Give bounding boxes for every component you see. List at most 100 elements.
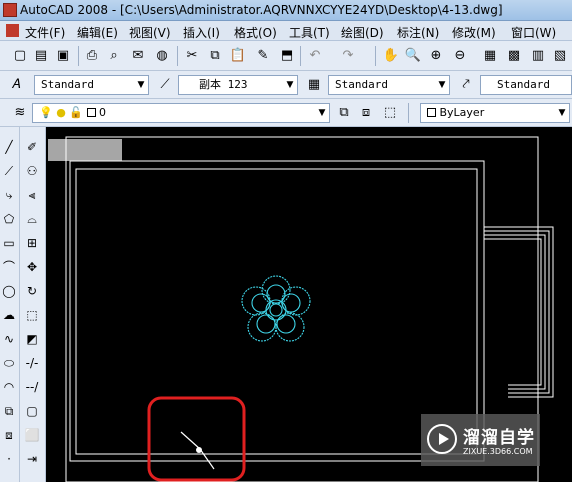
copy-object-icon[interactable]: ⚇ xyxy=(24,163,40,179)
modify-toolbar: ✐ ⚇ ⫷ ⌓ ⊞ ✥ ↻ ⬚ ◩ -/- --/ ▢ ⬜ ⇥ xyxy=(20,127,46,482)
sheet-set-icon[interactable]: ▧ xyxy=(552,48,568,64)
watermark: 溜溜自学 ZIXUE.3D66.COM xyxy=(421,414,540,466)
trim-icon[interactable]: -/- xyxy=(24,355,40,371)
side-bracket xyxy=(484,226,554,398)
table-style-value: Standard xyxy=(335,78,388,91)
break-icon[interactable]: ▢ xyxy=(24,403,40,419)
plot-preview-icon[interactable]: ⌕ xyxy=(106,48,122,64)
standard-toolbar: ▢ ▤ ▣ ⎙ ⌕ ✉ ◍ ✂ ⧉ 📋 ✎ ⬒ ↶ ↷ ✋ 🔍 ⊕ ⊖ ▦ ▩ … xyxy=(0,41,572,71)
menu-insert[interactable]: 插入(I) xyxy=(183,24,220,41)
insert-block-icon[interactable]: ⧉ xyxy=(1,403,17,419)
open-file-icon[interactable]: ▤ xyxy=(33,48,49,64)
erase-icon[interactable]: ✐ xyxy=(24,139,40,155)
selected-line-segment[interactable] xyxy=(199,448,215,470)
zoom-window-icon[interactable]: ⊕ xyxy=(428,48,444,64)
spline-icon[interactable]: ∿ xyxy=(1,331,17,347)
publish-icon[interactable]: ✉ xyxy=(130,48,146,64)
move-icon[interactable]: ✥ xyxy=(24,259,40,275)
chevron-down-icon[interactable]: ▼ xyxy=(134,76,148,94)
revision-cloud-icon[interactable]: ☁ xyxy=(1,307,17,323)
zoom-realtime-icon[interactable]: 🔍 xyxy=(405,48,421,64)
zoom-previous-icon[interactable]: ⊖ xyxy=(452,48,468,64)
multileader-style-dropdown[interactable]: Standard xyxy=(480,75,572,95)
toolbar-separator xyxy=(177,46,178,66)
make-object-layer-current-icon[interactable]: ⧉ xyxy=(336,105,352,121)
new-file-icon[interactable]: ▢ xyxy=(12,48,28,64)
text-style-value: Standard xyxy=(41,78,94,91)
menu-view[interactable]: 视图(V) xyxy=(129,24,171,41)
dimension-style-dropdown[interactable]: 副本 123 ▼ xyxy=(178,75,298,95)
rotate-icon[interactable]: ↻ xyxy=(24,283,40,299)
lightbulb-icon: 💡 xyxy=(39,106,53,119)
layer-color-swatch xyxy=(86,108,96,117)
chevron-down-icon[interactable]: ▼ xyxy=(283,76,297,94)
undo-icon[interactable]: ↶ xyxy=(307,48,323,64)
draw-toolbar: ╱ ⟋ ⤷ ⬠ ▭ ⌒ ◯ ☁ ∿ ⬭ ◠ ⧉ ⧈ · xyxy=(0,127,20,482)
menu-dimension[interactable]: 标注(N) xyxy=(397,24,439,41)
layer-previous-icon[interactable]: ⧈ xyxy=(358,105,374,121)
title-bar: AutoCAD 2008 - [C:\Users\Administrator.A… xyxy=(0,0,572,21)
array-icon[interactable]: ⊞ xyxy=(24,235,40,251)
join-icon[interactable]: ⬜ xyxy=(24,427,40,443)
menu-edit[interactable]: 编辑(E) xyxy=(77,24,118,41)
chevron-down-icon[interactable]: ▼ xyxy=(555,104,569,122)
menu-tools[interactable]: 工具(T) xyxy=(289,24,330,41)
ellipse-arc-icon[interactable]: ◠ xyxy=(1,379,17,395)
mirror-icon[interactable]: ⫷ xyxy=(24,187,40,203)
dimension-style-value: 副本 123 xyxy=(199,78,248,91)
menu-file[interactable]: 文件(F) xyxy=(25,24,65,41)
color-control-value: ByLayer xyxy=(439,106,485,119)
design-center-icon[interactable]: ▩ xyxy=(506,48,522,64)
menu-draw[interactable]: 绘图(D) xyxy=(341,24,384,41)
chevron-down-icon[interactable]: ▼ xyxy=(315,104,329,122)
menu-format[interactable]: 格式(O) xyxy=(234,24,277,41)
construction-line-icon[interactable]: ⟋ xyxy=(1,163,17,179)
document-menu-icon[interactable] xyxy=(6,24,19,37)
menu-window[interactable]: 窗口(W) xyxy=(511,24,556,41)
properties-icon[interactable]: ▦ xyxy=(482,48,498,64)
text-style-dropdown[interactable]: Standard ▼ xyxy=(34,75,149,95)
redo-icon[interactable]: ↷ xyxy=(340,48,356,64)
color-control-dropdown[interactable]: ByLayer ▼ xyxy=(420,103,570,123)
circle-icon[interactable]: ◯ xyxy=(1,283,17,299)
scale-icon[interactable]: ⬚ xyxy=(24,307,40,323)
point-icon[interactable]: · xyxy=(1,451,17,467)
copy-icon[interactable]: ⧉ xyxy=(207,48,223,64)
ellipse-icon[interactable]: ⬭ xyxy=(1,355,17,371)
rectangle-icon[interactable]: ▭ xyxy=(1,235,17,251)
line-icon[interactable]: ╱ xyxy=(1,139,17,155)
match-properties-icon[interactable]: ✎ xyxy=(255,48,271,64)
dimension-style-icon: ⟋ xyxy=(160,77,170,92)
polyline-icon[interactable]: ⤷ xyxy=(1,187,17,203)
selected-line[interactable] xyxy=(180,431,201,450)
menu-bar: 文件(F) 编辑(E) 视图(V) 插入(I) 格式(O) 工具(T) 绘图(D… xyxy=(0,21,572,41)
autocad-app-icon[interactable] xyxy=(3,3,17,17)
menu-modify[interactable]: 修改(M) xyxy=(452,24,496,41)
tool-palettes-icon[interactable]: ▥ xyxy=(530,48,546,64)
plot-icon[interactable]: ⎙ xyxy=(84,48,100,64)
layer-states-icon[interactable]: ⬚ xyxy=(382,105,398,121)
extend-icon[interactable]: --/ xyxy=(24,379,40,395)
cut-icon[interactable]: ✂ xyxy=(184,48,200,64)
publish-web-icon[interactable]: ◍ xyxy=(154,48,170,64)
text-style-icon: 𝐴 xyxy=(11,77,21,92)
grip-point[interactable] xyxy=(196,447,202,453)
window-title: AutoCAD 2008 - [C:\Users\Administrator.A… xyxy=(20,3,503,17)
arc-icon[interactable]: ⌒ xyxy=(1,259,17,275)
save-icon[interactable]: ▣ xyxy=(55,48,71,64)
paste-icon[interactable]: 📋 xyxy=(230,48,246,64)
pan-icon[interactable]: ✋ xyxy=(383,48,399,64)
offset-icon[interactable]: ⌓ xyxy=(24,211,40,227)
table-frame-inner xyxy=(75,168,478,455)
layer-dropdown[interactable]: 💡 ● 🔓 0 ▼ xyxy=(32,103,330,123)
stretch-icon[interactable]: ◩ xyxy=(24,331,40,347)
make-block-icon[interactable]: ⧈ xyxy=(1,427,17,443)
block-editor-icon[interactable]: ⬒ xyxy=(279,48,295,64)
current-layer-value: 0 xyxy=(99,106,107,119)
chamfer-icon[interactable]: ⇥ xyxy=(24,451,40,467)
table-style-dropdown[interactable]: Standard ▼ xyxy=(328,75,450,95)
toolbar-separator xyxy=(375,46,376,66)
layer-properties-icon[interactable]: ≋ xyxy=(12,105,28,121)
chevron-down-icon[interactable]: ▼ xyxy=(435,76,449,94)
polygon-icon[interactable]: ⬠ xyxy=(1,211,17,227)
